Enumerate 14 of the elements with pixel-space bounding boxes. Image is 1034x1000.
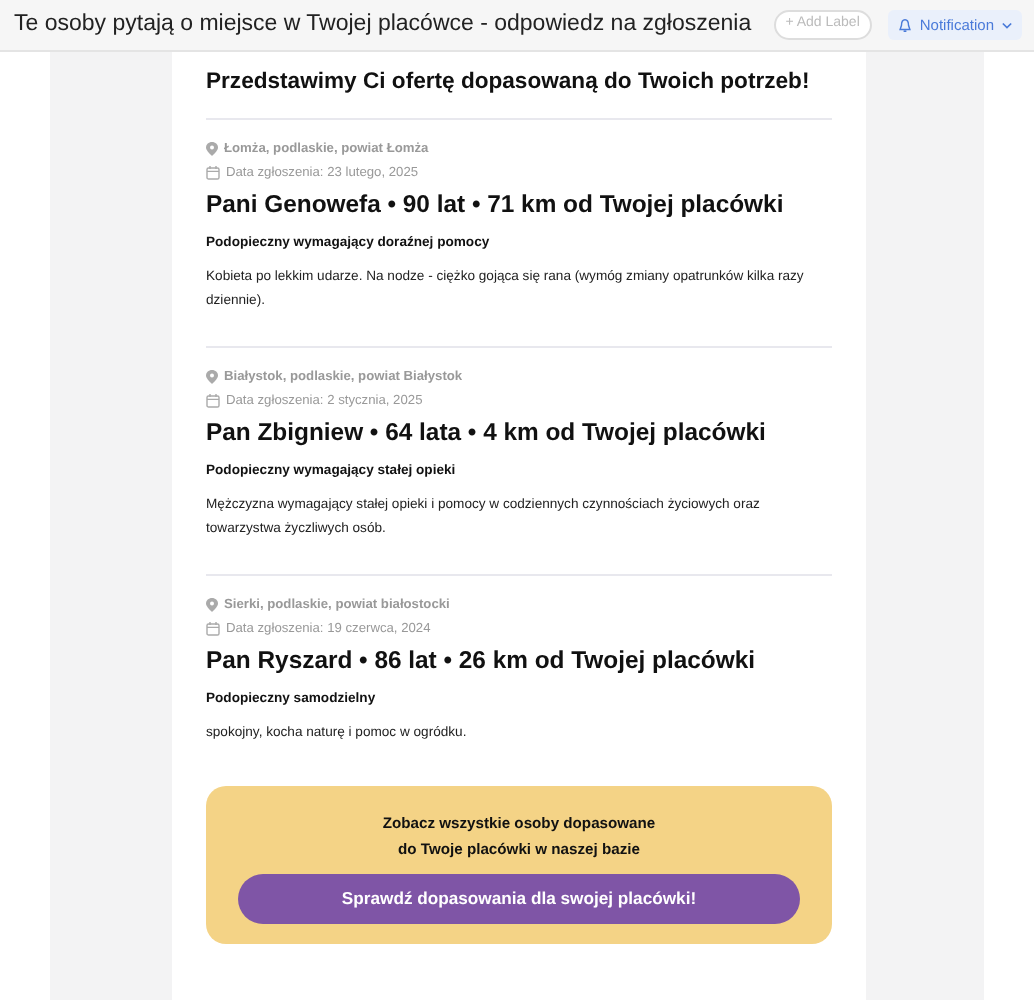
bell-icon: [897, 17, 912, 33]
calendar-icon: [206, 166, 220, 181]
location-pin-icon: [206, 370, 218, 385]
email-subject: Te osoby pytają o miejsce w Twojej placówce - odpowiedz na zgłoszenia: [14, 9, 752, 40]
calendar-icon: [206, 394, 220, 409]
person-title: Pani Genowefa • 90 lat • 71 km od Twojej placówki: [206, 189, 786, 222]
check-matches-button[interactable]: Sprawdź dopasowania dla swojej placówki!: [238, 873, 800, 924]
location-pin-icon: [206, 142, 218, 157]
person-title: Pan Ryszard • 86 lat • 26 km od Twojej placówki: [206, 645, 757, 678]
offer-heading: Przedstawimy Ci ofertę dopasowaną do Twoich potrzeb!: [206, 68, 812, 98]
calendar-icon: [206, 622, 220, 637]
location-pin-icon: [206, 598, 218, 613]
person-title: Pan Zbigniew • 64 lata • 4 km od Twojej placówki: [206, 417, 768, 450]
caret-icon: [1002, 21, 1012, 29]
